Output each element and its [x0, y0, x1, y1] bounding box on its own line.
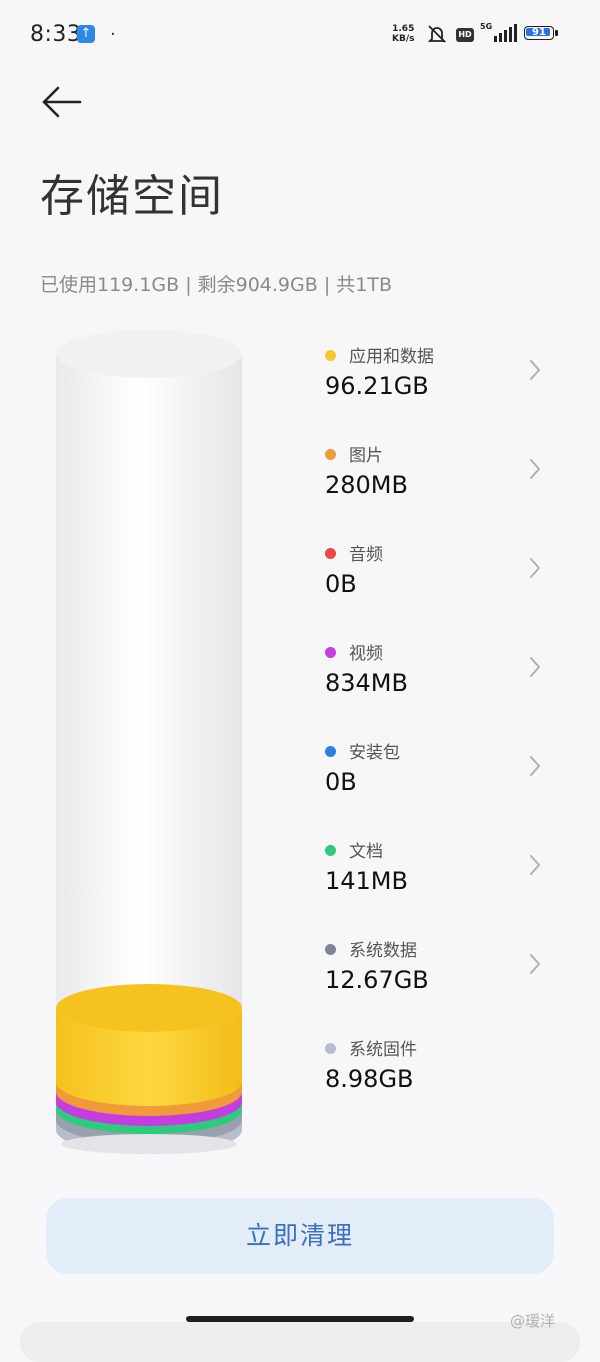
category-color-dot: [325, 1043, 336, 1054]
category-label: 图片: [349, 446, 383, 466]
network-speed-value: 1.65: [392, 24, 415, 34]
category-color-dot: [325, 944, 336, 955]
category-item[interactable]: 视频 834MB: [322, 633, 552, 713]
battery-icon: 91: [524, 26, 560, 42]
category-item[interactable]: 安装包 0B: [322, 732, 552, 812]
category-item[interactable]: 文档 141MB: [322, 831, 552, 911]
category-value: 12.67GB: [325, 966, 429, 994]
network-speed: 1.65 KB/s: [392, 24, 414, 44]
category-value: 8.98GB: [325, 1065, 414, 1093]
status-bar: 8:33 ↑ · 1.65 KB/s HD 5G 91: [0, 0, 600, 70]
page-title: 存储空间: [40, 171, 224, 222]
upload-icon: ↑: [77, 25, 95, 43]
category-value: 0B: [325, 570, 357, 598]
category-item[interactable]: 应用和数据 96.21GB: [322, 336, 552, 416]
category-label: 应用和数据: [349, 347, 434, 367]
bottom-card: [20, 1322, 580, 1362]
chevron-right-icon: [530, 459, 540, 479]
category-value: 834MB: [325, 669, 408, 697]
category-color-dot: [325, 647, 336, 658]
category-value: 0B: [325, 768, 357, 796]
mute-bell-icon: [427, 25, 447, 43]
category-item[interactable]: 系统数据 12.67GB: [322, 930, 552, 1010]
watermark: @瑷洋: [510, 1312, 556, 1330]
category-label: 文档: [349, 842, 383, 862]
clean-now-button[interactable]: 立即清理: [46, 1198, 554, 1274]
category-color-dot: [325, 548, 336, 559]
clean-now-label: 立即清理: [245, 1221, 354, 1250]
chevron-right-icon: [530, 657, 540, 677]
category-color-dot: [325, 845, 336, 856]
category-color-dot: [325, 350, 336, 361]
category-item[interactable]: 图片 280MB: [322, 435, 552, 515]
chevron-right-icon: [530, 756, 540, 776]
arrow-left-icon: [42, 86, 82, 118]
chevron-right-icon: [530, 855, 540, 875]
storage-cylinder-chart: [56, 330, 242, 1154]
category-value: 141MB: [325, 867, 408, 895]
chevron-right-icon: [530, 954, 540, 974]
category-item[interactable]: 音频 0B: [322, 534, 552, 614]
category-color-dot: [325, 746, 336, 757]
network-speed-unit: KB/s: [392, 34, 415, 44]
category-label: 视频: [349, 644, 383, 664]
chevron-right-icon: [530, 558, 540, 578]
notification-dot-icon: ·: [110, 24, 116, 45]
storage-summary: 已使用119.1GB | 剩余904.9GB | 共1TB: [40, 274, 392, 296]
category-label: 系统固件: [349, 1040, 417, 1060]
chevron-right-icon: [530, 360, 540, 380]
category-color-dot: [325, 449, 336, 460]
back-button[interactable]: [40, 84, 84, 120]
category-label: 安装包: [349, 743, 400, 763]
category-value: 280MB: [325, 471, 408, 499]
hd-icon: HD: [456, 28, 474, 42]
signal-strength-icon: 5G: [480, 22, 520, 44]
category-item: 系统固件 8.98GB: [322, 1029, 552, 1109]
home-indicator[interactable]: [186, 1316, 414, 1322]
category-value: 96.21GB: [325, 372, 429, 400]
battery-level: 91: [532, 27, 546, 38]
category-label: 系统数据: [349, 941, 417, 961]
status-time: 8:33: [30, 22, 82, 47]
category-label: 音频: [349, 545, 383, 565]
